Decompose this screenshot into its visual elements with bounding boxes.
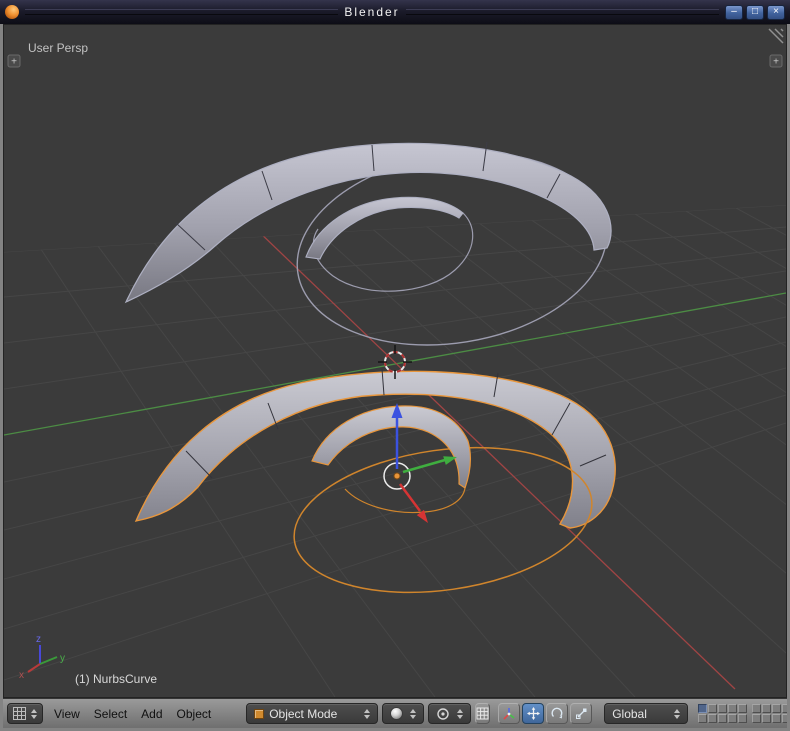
titlebar-grip <box>406 9 719 15</box>
layer-grid <box>698 704 787 723</box>
layer-group-1 <box>698 704 747 723</box>
layer-toggle[interactable] <box>698 704 707 713</box>
chevron-updown-icon <box>410 709 416 719</box>
3d-viewport-area[interactable]: z y x User Persp (1) NurbsCurve + + <box>3 24 787 698</box>
window-frame: z y x User Persp (1) NurbsCurve + + <box>0 24 790 731</box>
manipulator-toggle-button[interactable] <box>498 703 520 724</box>
layer-toggle[interactable] <box>752 704 761 713</box>
layer-toggle[interactable] <box>752 714 761 723</box>
orange-cube-icon <box>254 709 264 719</box>
layer-toggle[interactable] <box>708 704 717 713</box>
axis-y-label: y <box>60 653 65 664</box>
layer-toggle[interactable] <box>762 704 771 713</box>
layer-toggle[interactable] <box>728 704 737 713</box>
axis-z-label: z <box>36 634 41 645</box>
spiral-ribbon-inner[interactable] <box>312 406 470 488</box>
rgb-tripod-icon <box>502 707 516 721</box>
rotate-arc-icon <box>551 707 564 720</box>
minimize-button[interactable]: – <box>725 5 743 20</box>
close-button[interactable]: × <box>767 5 785 20</box>
grid-icon <box>476 707 489 720</box>
layer-toggle[interactable] <box>708 714 717 723</box>
chevron-updown-icon <box>364 709 370 719</box>
menu-view[interactable]: View <box>47 707 87 721</box>
chevron-updown-icon <box>31 709 37 719</box>
orientation-dropdown-value: Global <box>612 707 647 721</box>
viewport-grid-icon <box>13 707 26 720</box>
object-origin-dot <box>394 473 400 479</box>
menu-add[interactable]: Add <box>134 707 169 721</box>
titlebar-grip <box>25 9 338 15</box>
mode-dropdown[interactable]: Object Mode <box>246 703 378 724</box>
spiral-ribbon-outer[interactable] <box>126 143 611 302</box>
object-info-label: (1) NurbsCurve <box>75 672 157 686</box>
layer-toggle[interactable] <box>782 714 787 723</box>
3d-viewport[interactable]: z y x User Persp (1) NurbsCurve + + <box>4 25 786 697</box>
menu-select[interactable]: Select <box>87 707 134 721</box>
scale-square-icon <box>575 707 588 720</box>
shading-dropdown[interactable] <box>382 703 424 724</box>
window-title: Blender <box>344 5 399 19</box>
nurbs-object-unselected[interactable] <box>126 132 621 366</box>
spiral-ribbon-inner[interactable] <box>306 197 463 259</box>
viewport-header: View Select Add Object Object Mode <box>3 698 787 728</box>
sphere-icon <box>390 707 403 720</box>
mode-dropdown-value: Object Mode <box>269 707 337 721</box>
mini-axis-indicator: z y x <box>19 634 65 681</box>
window-controls: – □ × <box>725 5 785 20</box>
layer-toggle[interactable] <box>718 704 727 713</box>
manipulator-cluster <box>498 703 592 724</box>
snap-element-button[interactable] <box>475 703 490 724</box>
layer-toggle[interactable] <box>772 704 781 713</box>
layer-toggle[interactable] <box>698 714 707 723</box>
chevron-updown-icon <box>674 709 680 719</box>
editor-type-button[interactable] <box>7 703 43 724</box>
plus-icon: + <box>11 57 17 68</box>
titlebar[interactable]: Blender – □ × <box>0 0 790 24</box>
plus-icon: + <box>773 57 779 68</box>
axis-x-label: x <box>19 670 24 681</box>
gizmo-y-arrow[interactable] <box>403 456 457 472</box>
rotate-manipulator-button[interactable] <box>546 703 568 724</box>
layer-toggle[interactable] <box>738 704 747 713</box>
menu-bar: View Select Add Object <box>47 707 218 721</box>
layer-toggle[interactable] <box>718 714 727 723</box>
x-axis-line <box>230 204 735 689</box>
chevron-updown-icon <box>457 709 463 719</box>
layer-toggle[interactable] <box>772 714 781 723</box>
layer-toggle[interactable] <box>762 714 771 723</box>
layer-toggle[interactable] <box>728 714 737 723</box>
area-corner-widget[interactable] <box>769 29 783 43</box>
view-label: User Persp <box>28 41 88 55</box>
layer-group-2 <box>752 704 787 723</box>
orientation-dropdown[interactable]: Global <box>604 703 688 724</box>
blender-logo-icon[interactable] <box>5 5 19 19</box>
translate-manipulator-button[interactable] <box>522 703 544 724</box>
menu-object[interactable]: Object <box>170 707 219 721</box>
pivot-dropdown[interactable] <box>428 703 471 724</box>
nurbs-object-selected[interactable] <box>136 369 615 610</box>
blender-window: Blender – □ × <box>0 0 790 731</box>
maximize-button[interactable]: □ <box>746 5 764 20</box>
translate-arrows-icon <box>527 707 540 720</box>
scale-manipulator-button[interactable] <box>570 703 592 724</box>
panel-toggle-left[interactable]: + <box>8 55 20 68</box>
grid-lines <box>4 202 786 697</box>
panel-toggle-right[interactable]: + <box>770 55 782 68</box>
layer-toggle[interactable] <box>782 704 787 713</box>
circle-dot-icon <box>436 707 450 721</box>
layer-toggle[interactable] <box>738 714 747 723</box>
